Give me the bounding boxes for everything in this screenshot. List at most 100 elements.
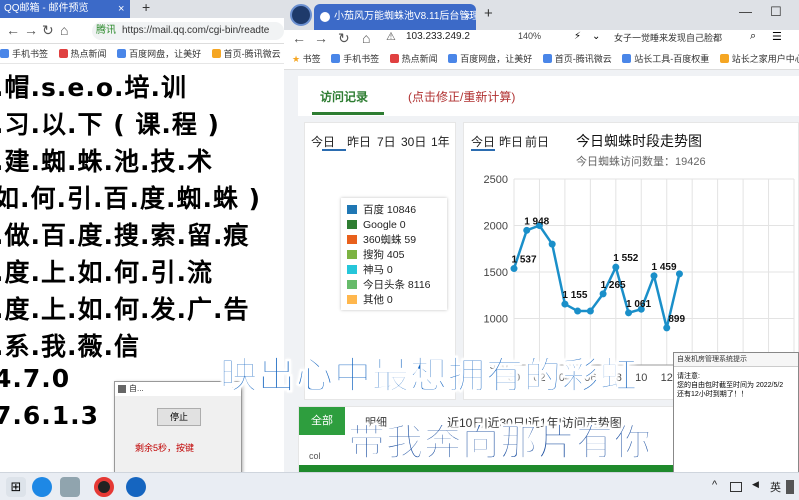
bookmark-icon bbox=[211, 49, 221, 58]
right-tab-admin[interactable]: 小茄风万能蜘蛛池V8.11后台管理 bbox=[314, 4, 476, 30]
data-point bbox=[510, 265, 518, 273]
tray-chevron-icon[interactable]: ^ bbox=[712, 479, 717, 491]
legend-swatch bbox=[347, 235, 357, 244]
start-grid-icon[interactable]: ⊞ bbox=[6, 477, 26, 497]
right-url-input[interactable]: 103.233.249.2 bbox=[406, 31, 470, 42]
minimize-icon[interactable]: — bbox=[739, 4, 752, 19]
filter-30-days[interactable]: 30日 bbox=[401, 133, 426, 150]
content-line: .帽.s.e.o.培.训 bbox=[0, 73, 187, 102]
app-icon bbox=[118, 385, 126, 393]
column-label: col bbox=[309, 451, 321, 461]
bookmark-chinaz[interactable]: 站长工具-百度权重 bbox=[622, 48, 709, 69]
bookmark-baidu-pan[interactable]: 百度网盘，让美好 bbox=[117, 44, 201, 63]
right-address-bar: ← → ↻ ⌂ ⚠ 103.233.249.2 140% ⚡ ⌄ 女子一觉睡来发… bbox=[284, 30, 799, 48]
bookmark-weiyun[interactable]: 首页-腾讯微云 bbox=[211, 44, 281, 63]
data-point bbox=[675, 270, 683, 278]
legend-swatch bbox=[347, 265, 357, 274]
star-icon: ★ bbox=[292, 54, 301, 64]
left-tab-mail[interactable]: QQ邮箱 - 邮件预览 bbox=[0, 0, 130, 18]
spider-legend: 百度 10846 Google 0 360蜘蛛 59 搜狗 405 神马 0 今… bbox=[341, 198, 447, 310]
data-label: 899 bbox=[668, 314, 685, 325]
forward-icon[interactable]: → bbox=[314, 30, 328, 46]
legend-item[interactable]: 其他 0 bbox=[347, 294, 393, 307]
menu-icon[interactable]: ☰ bbox=[772, 30, 782, 43]
tab-visit-records[interactable]: 访问记录 bbox=[320, 88, 368, 105]
home-icon[interactable]: ⌂ bbox=[60, 22, 68, 38]
home-icon[interactable]: ⌂ bbox=[362, 30, 370, 46]
chart-title: 今日蜘蛛时段走势图 bbox=[576, 133, 702, 149]
zoom-level[interactable]: 140% bbox=[518, 31, 541, 41]
browser-icon[interactable] bbox=[32, 477, 52, 497]
bookmark-weiyun[interactable]: 首页-腾讯微云 bbox=[542, 48, 612, 69]
bookmark-icon bbox=[331, 54, 341, 63]
record-icon[interactable] bbox=[94, 477, 114, 497]
y-tick-label: 1000 bbox=[484, 314, 508, 326]
avatar[interactable] bbox=[290, 4, 312, 26]
left-url-input[interactable]: 腾讯 https://mail.qq.com/cgi-bin/readte bbox=[92, 22, 284, 40]
legend-swatch bbox=[347, 250, 357, 259]
overlay-caption-2: 带我奔向那片有你 bbox=[348, 421, 652, 465]
data-point bbox=[523, 226, 531, 234]
legend-item[interactable]: 今日头条 8116 bbox=[347, 279, 431, 292]
bookmark-mobile[interactable]: 手机书签 bbox=[0, 44, 48, 63]
recalculate-link[interactable]: (点击修正/重新计算) bbox=[408, 88, 515, 105]
tab-favicon-icon bbox=[320, 12, 330, 22]
bookmark-hot-news[interactable]: 热点新闻 bbox=[389, 48, 438, 69]
input-language[interactable]: 英 bbox=[770, 479, 781, 495]
back-icon[interactable]: ← bbox=[6, 22, 20, 38]
content-line: .度.上.如.何.引.流 bbox=[0, 258, 213, 287]
app-window-icon[interactable] bbox=[60, 477, 80, 497]
monitor-icon[interactable] bbox=[730, 482, 742, 492]
refresh-icon[interactable]: ↻ bbox=[42, 22, 54, 39]
refresh-icon[interactable]: ↻ bbox=[338, 30, 350, 47]
stop-button[interactable]: 停止 bbox=[157, 408, 201, 426]
back-icon[interactable]: ← bbox=[292, 30, 306, 46]
content-line: .习.以.下 ( 课.程 ) bbox=[0, 110, 220, 139]
speaker-icon[interactable]: ◀ bbox=[752, 479, 759, 490]
data-label: 1 061 bbox=[626, 299, 651, 310]
right-tab-close-icon[interactable]: × bbox=[464, 4, 470, 30]
filter-yesterday[interactable]: 昨日 bbox=[347, 133, 371, 150]
bookmark-mobile[interactable]: 手机书签 bbox=[331, 48, 379, 69]
active-tab-underline bbox=[312, 112, 384, 115]
bookmark-star[interactable]: ★ 书签 bbox=[292, 48, 321, 69]
notification-icon[interactable] bbox=[786, 480, 794, 494]
legend-item[interactable]: 百度 10846 bbox=[347, 204, 416, 217]
chart-filter-day-before[interactable]: 前日 bbox=[525, 133, 549, 150]
legend-item[interactable]: 360蜘蛛 59 bbox=[347, 234, 416, 247]
filter-today[interactable]: 今日 bbox=[311, 133, 335, 150]
chevron-down-icon[interactable]: ⌄ bbox=[592, 31, 600, 42]
legend-swatch bbox=[347, 220, 357, 229]
content-line: .度.上.如.何.发.广.告 bbox=[0, 295, 250, 324]
right-new-tab-icon[interactable]: + bbox=[484, 5, 493, 22]
filter-7-days[interactable]: 7日 bbox=[377, 133, 396, 150]
legend-item[interactable]: 搜狗 405 bbox=[347, 249, 404, 262]
search-icon[interactable]: ⌕ bbox=[750, 30, 756, 43]
legend-item[interactable]: 神马 0 bbox=[347, 264, 393, 277]
data-point bbox=[548, 240, 556, 248]
lightning-icon[interactable]: ⚡ bbox=[574, 31, 581, 42]
data-label: 1 265 bbox=[601, 280, 626, 291]
data-point bbox=[625, 309, 633, 317]
filter-1-year[interactable]: 1年 bbox=[431, 133, 450, 150]
secure-label: 腾讯 bbox=[96, 25, 116, 36]
progress-bar bbox=[299, 465, 699, 472]
bookmark-baidu-pan[interactable]: 百度网盘，让美好 bbox=[448, 48, 532, 69]
search-suggestion[interactable]: 女子一觉睡来发现自己脸都 bbox=[614, 31, 722, 44]
left-address-bar: ← → ↻ ⌂ 腾讯 https://mail.qq.com/cgi-bin/re… bbox=[0, 18, 284, 44]
chart-filter-yesterday[interactable]: 昨日 bbox=[499, 133, 523, 150]
content-line: 4.7.0 bbox=[0, 364, 71, 393]
maximize-icon[interactable]: ☐ bbox=[770, 4, 782, 20]
bookmark-hot-news[interactable]: 热点新闻 bbox=[58, 44, 107, 63]
bookmark-chinaz-user[interactable]: 站长之家用户中心 bbox=[719, 48, 799, 69]
left-new-tab-icon[interactable]: + bbox=[142, 0, 150, 15]
bookmark-icon bbox=[0, 49, 9, 58]
left-tab-close-icon[interactable]: × bbox=[118, 0, 124, 18]
chart-filter-today[interactable]: 今日 bbox=[471, 133, 495, 150]
app-k-icon[interactable] bbox=[126, 477, 146, 497]
legend-swatch bbox=[347, 205, 357, 214]
tab-all[interactable]: 全部 bbox=[299, 407, 345, 435]
legend-swatch bbox=[347, 295, 357, 304]
forward-icon[interactable]: → bbox=[24, 22, 38, 38]
legend-item[interactable]: Google 0 bbox=[347, 219, 406, 232]
